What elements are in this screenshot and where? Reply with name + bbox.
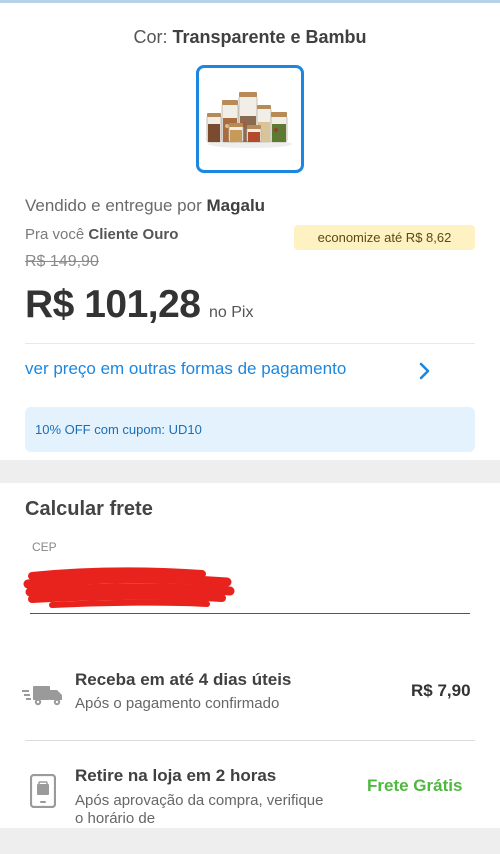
delivery-option-price: R$ 7,90 — [411, 681, 471, 700]
color-value: Transparente e Bambu — [172, 27, 367, 47]
pickup-option-price: Frete Grátis — [367, 776, 463, 795]
product-purchase-card: Cor: Transparente e Bambu Vendido e entr… — [0, 3, 500, 460]
club-line: Pra você Cliente Ouro — [25, 226, 178, 243]
coupon-banner: 10% OFF com cupom: UD10 — [25, 407, 475, 452]
color-label: Cor: — [133, 27, 168, 47]
divider — [25, 343, 475, 344]
delivery-option-title: Receba em até 4 dias úteis — [75, 670, 292, 689]
store-pickup-icon — [30, 774, 56, 808]
shipping-title: Calcular frete — [25, 498, 153, 520]
old-price: R$ 149,90 — [25, 253, 99, 270]
canister-set-image — [206, 92, 292, 148]
pickup-option-title: Retire na loja em 2 horas — [75, 766, 277, 785]
cep-label: CEP — [32, 540, 57, 554]
pickup-option-subtitle: Após aprovação da compra, verifique o ho… — [75, 792, 324, 827]
delivery-truck-icon — [22, 686, 62, 706]
redaction-scribble — [23, 567, 235, 608]
club-name: Cliente Ouro — [88, 226, 179, 243]
economize-badge: economize até R$ 8,62 — [294, 225, 475, 250]
seller-name[interactable]: Magalu — [207, 196, 266, 215]
other-payments-link[interactable]: ver preço em outras formas de pagamento — [25, 359, 346, 379]
chevron-right-icon[interactable] — [415, 361, 435, 381]
seller-line: Vendido e entregue por Magalu — [25, 196, 265, 216]
color-selection-line: Cor: Transparente e Bambu — [0, 27, 500, 48]
payment-method-label: no Pix — [209, 304, 254, 321]
current-price: R$ 101,28 — [25, 283, 201, 326]
color-variant-thumbnail[interactable] — [196, 65, 304, 173]
divider — [25, 740, 475, 741]
club-prefix: Pra você — [25, 226, 85, 243]
seller-prefix: Vendido e entregue por — [25, 196, 202, 215]
delivery-option-subtitle: Após o pagamento confirmado — [75, 695, 280, 712]
